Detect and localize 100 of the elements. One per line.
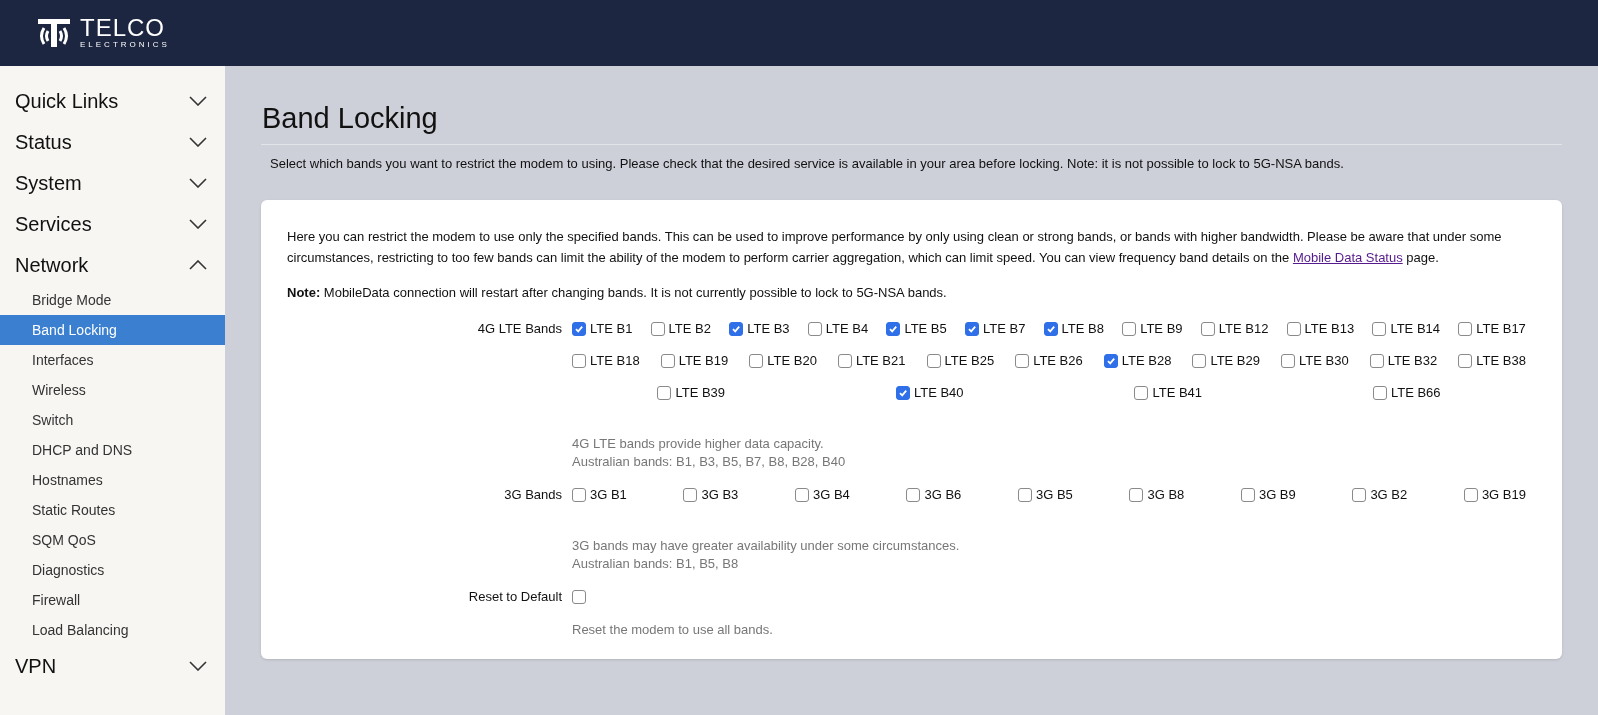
checkbox[interactable] [1463,488,1478,502]
checkbox[interactable] [660,354,675,368]
sidebar-item[interactable]: Load Balancing [0,615,225,645]
checkbox[interactable] [1017,488,1032,502]
mobile-data-status-link[interactable]: Mobile Data Status [1292,250,1403,265]
chevron-down-icon [189,660,207,671]
sidebar-item[interactable]: Wireless [0,375,225,405]
checkbox[interactable] [1286,322,1301,336]
band-label: LTE B28 [1121,352,1172,370]
help-text: 3G bands may have greater availability under some circumstances. [572,537,961,555]
checkbox[interactable] [1372,386,1387,400]
sidebar-item[interactable]: Firewall [0,585,225,615]
band-label: LTE B38 [1476,352,1526,370]
checkbox[interactable] [1134,386,1149,400]
band-label: LTE B14 [1390,320,1441,338]
sidebar-item[interactable]: Switch [0,405,225,435]
band-label: LTE B41 [1152,384,1203,402]
checkmark-icon [1105,356,1116,366]
band-label: LTE B20 [767,352,817,370]
checkbox[interactable] [1129,488,1144,502]
page-title: Band Locking [261,100,1562,145]
checkbox[interactable] [1200,322,1215,336]
band-label: LTE B66 [1390,384,1441,402]
checkmark-icon [731,324,742,334]
checkbox[interactable] [1458,354,1473,368]
page-description: Select which bands you want to restrict the modem to using. Please check that the desired service is available in your area before locking. Note: it is not possible to lock to 5G-NSA bands. [269,155,1345,173]
band-label: LTE B13 [1304,320,1355,338]
band-label: LTE B5 [904,320,947,338]
chevron-down-icon [189,177,207,188]
band-label: LTE B17 [1476,320,1526,338]
band-label: LTE B32 [1387,352,1438,370]
checkbox[interactable] [886,322,901,336]
band-label: LTE B18 [590,352,640,370]
checkbox[interactable] [1352,488,1367,502]
sidebar-item[interactable]: Diagnostics [0,555,225,585]
sidebar-section[interactable]: VPN [0,645,225,686]
checkbox[interactable] [1043,322,1058,336]
sidebar-section[interactable]: Status [0,121,225,162]
checkbox[interactable] [1122,322,1137,336]
checkbox[interactable] [572,590,586,604]
checkbox[interactable] [926,354,941,368]
checkbox[interactable] [895,386,910,400]
checkbox[interactable] [749,354,764,368]
sidebar-item[interactable]: DHCP and DNS [0,435,225,465]
checkbox[interactable] [572,488,586,502]
help-text: Australian bands: B1, B5, B8 [572,555,740,573]
band-label: LTE B29 [1210,352,1260,370]
field-label: 4G LTE Bands [476,320,563,338]
band-label: LTE B3 [747,320,790,338]
intro-paragraph: Here you can restrict the modem to use only the specified bands. This can be used to improve performance by only using clean or strong bands, or bands with higher bandwidth. Please be aware that under some circumstances, restricting to too few bands can limit the ability of the modem to perform carrier aggregation, which can limit speed. You can view frequency band details on the Mobile Data Status page. [287,228,1503,267]
sidebar-item[interactable]: Band Locking [0,315,225,345]
checkbox[interactable] [964,322,979,336]
checkbox[interactable] [837,354,852,368]
band-label: 3G B9 [1258,486,1296,504]
sidebar-item[interactable]: Bridge Mode [0,285,225,315]
checkmark-icon [888,324,899,334]
checkbox[interactable] [572,322,586,336]
checkbox[interactable] [1240,488,1255,502]
band-label: LTE B25 [944,352,995,370]
band-label: LTE B19 [678,352,729,370]
sidebar-item[interactable]: Static Routes [0,495,225,525]
checkbox[interactable] [650,322,665,336]
sidebar-item[interactable]: SQM QoS [0,525,225,555]
band-label: 3G B8 [1147,486,1185,504]
checkbox[interactable] [794,488,809,502]
sidebar-section[interactable]: Services [0,203,225,244]
checkbox[interactable] [1192,354,1207,368]
checkbox[interactable] [657,386,672,400]
checkbox[interactable] [572,354,586,368]
band-label: LTE B8 [1061,320,1104,338]
chevron-down-icon [189,95,207,106]
band-label: LTE B4 [825,320,869,338]
band-label: LTE B30 [1299,352,1349,370]
checkbox[interactable] [1369,354,1384,368]
band-label: LTE B7 [982,320,1026,338]
checkbox[interactable] [729,322,744,336]
checkbox[interactable] [1458,322,1473,336]
sidebar-item[interactable]: Hostnames [0,465,225,495]
checkbox[interactable] [1015,354,1030,368]
band-label: LTE B9 [1140,320,1183,338]
band-label: 3G B19 [1481,486,1526,504]
sidebar-section[interactable]: Network [0,244,225,285]
checkbox[interactable] [1372,322,1387,336]
checkbox[interactable] [807,322,822,336]
band-label: LTE B1 [590,320,633,338]
checkbox[interactable] [1281,354,1295,368]
sidebar-section[interactable]: Quick Links [0,80,225,121]
band-label: LTE B12 [1218,320,1269,338]
checkbox[interactable] [683,488,698,502]
sidebar-item[interactable]: Interfaces [0,345,225,375]
band-label: 3G B1 [590,486,627,504]
band-label: 3G B5 [1035,486,1073,504]
band-label: 3G B2 [1370,486,1408,504]
band-label: LTE B39 [675,384,726,402]
checkbox[interactable] [906,488,921,502]
help-text: 4G LTE bands provide higher data capacity. [572,435,825,453]
sidebar-section[interactable]: System [0,162,225,203]
logo-name: TELCO [80,16,166,40]
note-text: Note: MobileData connection will restart after changing bands. It is not currently possible to lock to 5G-NSA bands. [287,284,948,302]
checkbox[interactable] [1103,354,1118,368]
